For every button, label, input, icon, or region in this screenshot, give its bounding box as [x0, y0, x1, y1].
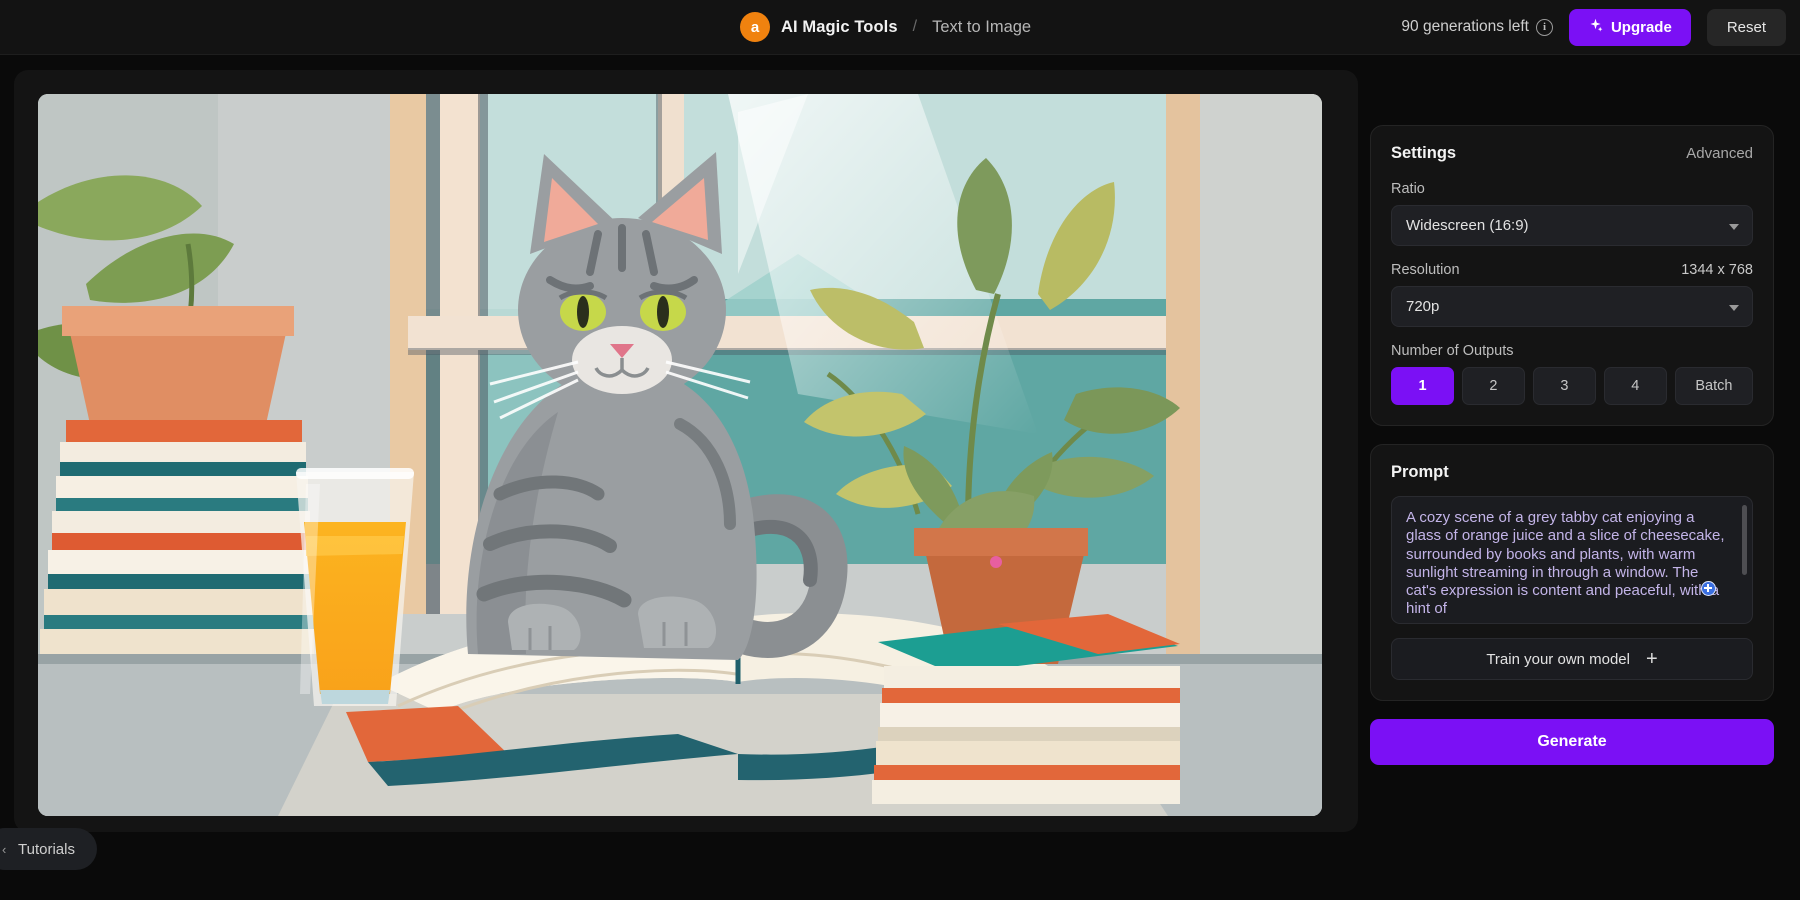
advanced-link[interactable]: Advanced: [1686, 145, 1753, 162]
upgrade-button-label: Upgrade: [1610, 18, 1672, 36]
ratio-select-value: Widescreen (16:9): [1406, 217, 1529, 234]
breadcrumb-current-page[interactable]: Text to Image: [932, 18, 1031, 37]
right-book-stack: [872, 614, 1180, 804]
image-stage: [14, 70, 1358, 832]
cursor-pointer-icon: [1701, 581, 1716, 596]
prompt-input[interactable]: A cozy scene of a grey tabby cat enjoyin…: [1391, 496, 1753, 624]
prompt-title: Prompt: [1391, 463, 1449, 481]
settings-title: Settings: [1391, 144, 1457, 162]
info-icon[interactable]: i: [1535, 18, 1553, 36]
right-panel: Settings Advanced Ratio Widescreen (16:9…: [1370, 125, 1774, 765]
orange-juice-glass: [296, 468, 414, 706]
prompt-scrollbar[interactable]: [1742, 505, 1747, 575]
ratio-label: Ratio: [1391, 181, 1425, 197]
plus-icon: +: [1645, 648, 1658, 670]
sparkle-icon: [1588, 18, 1603, 37]
outputs-option-1[interactable]: 1: [1391, 367, 1454, 405]
avatar: a: [740, 12, 770, 42]
resolution-dimensions: 1344 x 768: [1681, 262, 1753, 278]
prompt-text: A cozy scene of a grey tabby cat enjoyin…: [1406, 509, 1729, 618]
generations-left-label: 90 generations left: [1401, 18, 1529, 35]
resolution-select[interactable]: 720p: [1391, 286, 1753, 327]
resolution-label: Resolution: [1391, 262, 1460, 278]
outputs-option-batch[interactable]: Batch: [1674, 367, 1753, 405]
chevron-down-icon: [1729, 223, 1739, 230]
settings-header: Settings Advanced: [1391, 144, 1753, 163]
outputs-option-3[interactable]: 3: [1532, 367, 1596, 405]
prompt-card: Prompt A cozy scene of a grey tabby cat …: [1370, 444, 1774, 701]
chevron-left-icon: ‹: [2, 841, 7, 857]
reset-button[interactable]: Reset: [1706, 8, 1786, 46]
resolution-row: Resolution 1344 x 768: [1391, 262, 1753, 278]
top-bar: a AI Magic Tools / Text to Image 90 gene…: [0, 0, 1800, 55]
outputs-option-2[interactable]: 2: [1461, 367, 1525, 405]
generated-image[interactable]: [38, 94, 1322, 816]
generate-button[interactable]: Generate: [1370, 719, 1774, 765]
outputs-label: Number of Outputs: [1391, 343, 1514, 359]
generations-left: 90 generations left i: [1401, 18, 1553, 36]
upgrade-button[interactable]: Upgrade: [1568, 8, 1691, 46]
artwork-illustration: [38, 94, 1322, 816]
outputs-option-4[interactable]: 4: [1603, 367, 1667, 405]
train-model-label: Train your own model: [1486, 650, 1630, 668]
tutorials-label: Tutorials: [18, 840, 75, 858]
settings-card: Settings Advanced Ratio Widescreen (16:9…: [1370, 125, 1774, 426]
breadcrumb-separator: /: [912, 18, 918, 35]
brand-name[interactable]: AI Magic Tools: [781, 18, 898, 37]
tutorials-button[interactable]: ‹ Tutorials: [0, 828, 97, 870]
resolution-select-value: 720p: [1406, 298, 1440, 315]
train-model-button[interactable]: Train your own model +: [1391, 638, 1753, 680]
outputs-segmented-control: 1 2 3 4 Batch: [1391, 367, 1753, 405]
breadcrumb: a AI Magic Tools / Text to Image: [740, 12, 1031, 42]
top-bar-actions: 90 generations left i Upgrade Reset: [1401, 8, 1786, 46]
ratio-select[interactable]: Widescreen (16:9): [1391, 205, 1753, 246]
left-book-stack: [40, 420, 314, 655]
chevron-down-icon: [1729, 304, 1739, 311]
